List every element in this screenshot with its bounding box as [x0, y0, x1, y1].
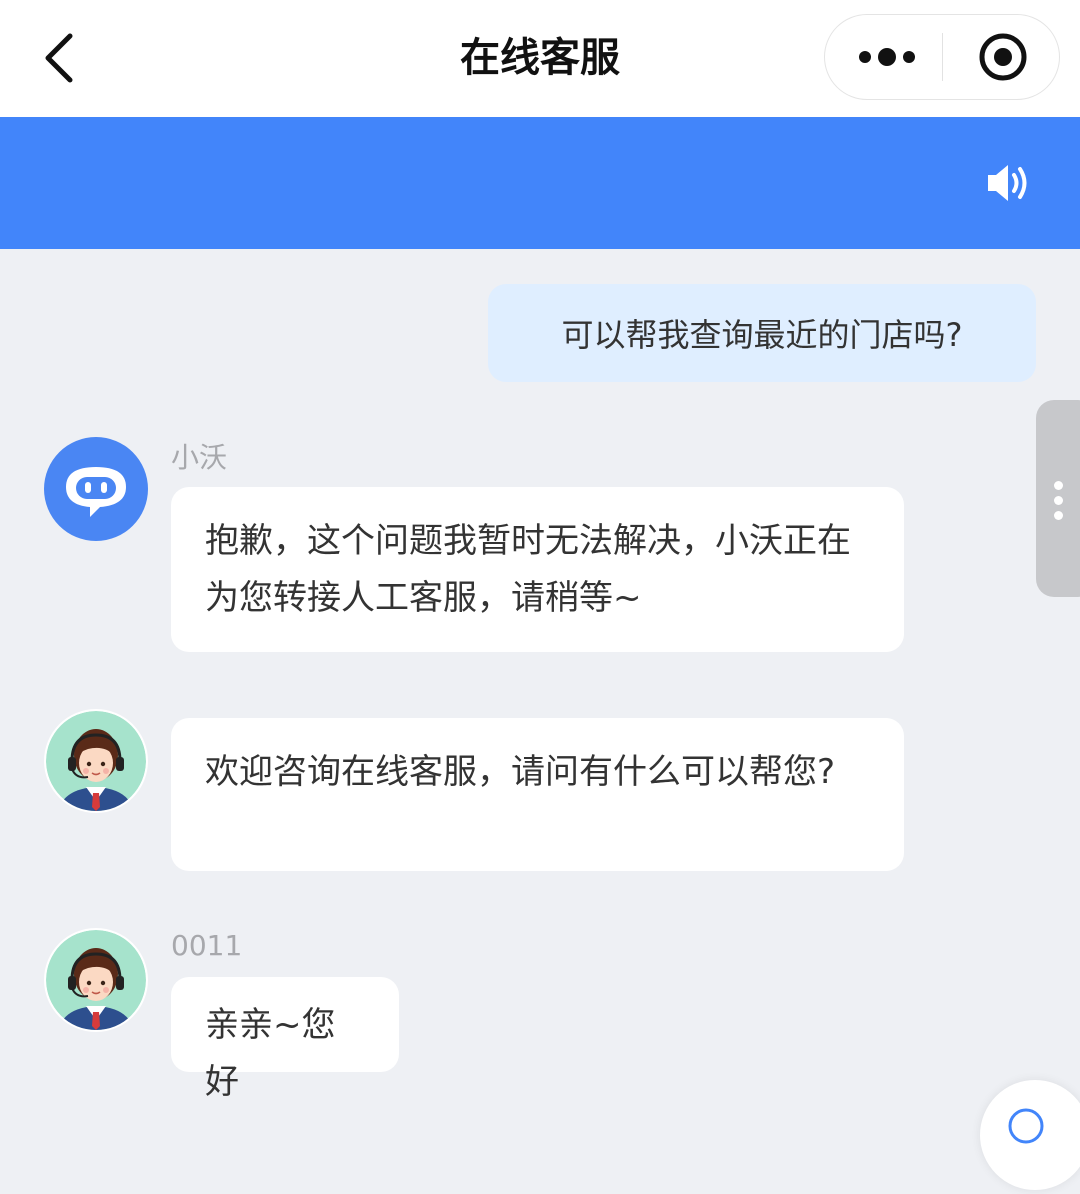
top-nav-bar: 在线客服	[0, 0, 1080, 117]
search-icon	[1008, 1108, 1044, 1144]
chevron-left-icon	[45, 33, 73, 83]
agent-avatar-icon	[44, 709, 148, 813]
agent-message-bubble: 欢迎咨询在线客服，请问有什么可以帮您?	[171, 718, 904, 871]
user-message-bubble: 可以帮我查询最近的门店吗?	[488, 284, 1036, 382]
agent-message-bubble: 亲亲~您好	[171, 977, 399, 1102]
target-circle-icon	[979, 33, 1027, 81]
more-button[interactable]	[847, 29, 927, 85]
speaker-icon	[988, 165, 1027, 201]
capsule-divider	[942, 33, 943, 81]
more-dots-icon	[859, 48, 915, 66]
handle-dot	[1054, 481, 1063, 490]
close-mini-program-button[interactable]	[965, 29, 1041, 85]
agent-avatar	[44, 928, 148, 1032]
bot-avatar	[44, 437, 148, 541]
back-button[interactable]	[34, 28, 90, 88]
sender-name: 小沃	[171, 441, 228, 474]
mini-program-capsule	[824, 14, 1060, 100]
floating-action-button[interactable]	[980, 1080, 1080, 1190]
handle-dot	[1054, 496, 1063, 505]
robot-avatar-icon	[44, 437, 148, 541]
speaker-button[interactable]	[984, 160, 1032, 206]
agent-avatar	[44, 709, 148, 813]
header-banner	[0, 117, 1080, 249]
agent-avatar-icon	[44, 928, 148, 1032]
handle-dot	[1054, 511, 1063, 520]
sender-name: 0011	[171, 929, 243, 962]
side-drawer-handle[interactable]	[1036, 400, 1080, 597]
bot-message-bubble: 抱歉，这个问题我暂时无法解决，小沃正在为您转接人工客服，请稍等~	[171, 487, 904, 652]
